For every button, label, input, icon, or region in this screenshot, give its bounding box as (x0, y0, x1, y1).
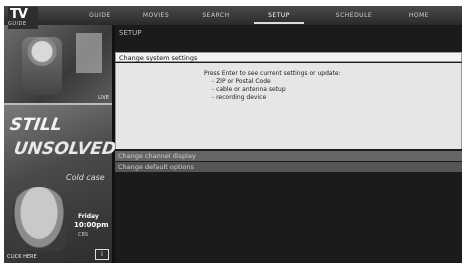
nav-tabs: GUIDE MOVIES SEARCH SETUP SCHEDULE HOME (64, 6, 462, 25)
info-icon[interactable]: i (95, 249, 109, 260)
tab-movies[interactable]: MOVIES (130, 10, 182, 22)
logo-text: TV (10, 7, 28, 22)
menu-item-default-options[interactable]: Change default options (115, 162, 462, 172)
live-badge: LIVE (98, 95, 109, 101)
promo-headline-2: UNSOLVED (12, 139, 118, 159)
system-settings-details: Press Enter to see current settings or u… (115, 63, 462, 149)
breadcrumb: SETUP (119, 29, 142, 37)
details-option-cable: - cable or antenna setup (212, 86, 286, 93)
tv-screen: GUIDE MOVIES SEARCH SETUP SCHEDULE HOME … (4, 6, 462, 263)
promo-network: CBS (78, 232, 89, 238)
tab-schedule[interactable]: SCHEDULE (326, 10, 382, 22)
live-tv-preview[interactable]: LIVE (4, 25, 112, 105)
tab-search[interactable]: SEARCH (190, 10, 242, 22)
promo-ad[interactable]: STILL UNSOLVED Cold case Friday 10:00pm … (4, 105, 118, 263)
details-option-recording: - recording device (212, 94, 267, 101)
tab-guide[interactable]: GUIDE (74, 10, 126, 22)
preview-person (22, 37, 62, 95)
top-nav-bar: GUIDE MOVIES SEARCH SETUP SCHEDULE HOME (4, 6, 462, 25)
tab-setup[interactable]: SETUP (254, 10, 304, 24)
promo-show-name: Cold case (66, 173, 105, 182)
preview-background (76, 33, 102, 73)
menu-item-system-settings[interactable]: Change system settings (115, 52, 462, 62)
tv-guide-logo: TV GUIDE (8, 7, 38, 29)
details-intro: Press Enter to see current settings or u… (204, 70, 341, 77)
menu-item-channel-display[interactable]: Change channel display (115, 151, 462, 161)
promo-cta[interactable]: CLICK HERE (7, 254, 37, 260)
promo-time: 10:00pm (74, 221, 109, 229)
promo-headline-1: STILL (8, 115, 64, 135)
tab-home[interactable]: HOME (394, 10, 444, 22)
details-option-zip: - ZIP or Postal Code (212, 78, 271, 85)
promo-day: Friday (78, 213, 99, 220)
setup-panel: SETUP Change system settings Press Enter… (115, 25, 462, 263)
promo-portrait (12, 187, 66, 251)
logo-subtext: GUIDE (8, 21, 27, 27)
